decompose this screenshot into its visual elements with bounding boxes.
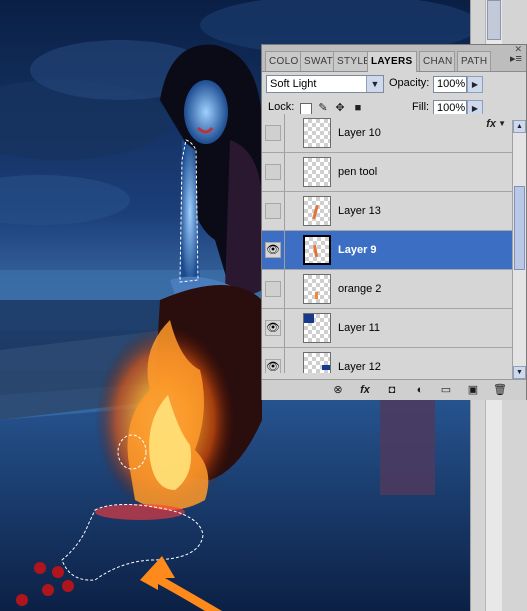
blend-mode-value: Soft Light (270, 78, 317, 90)
tab-paths[interactable]: PATH (457, 51, 491, 71)
opacity-slider-button[interactable]: ▶ (467, 76, 483, 93)
layers-bottom-toolbar: ⊗ fx ◘ ◐ ▭ ▣ 🗑 (262, 379, 526, 400)
layer-thumbnail[interactable] (303, 274, 331, 304)
lock-all-icon[interactable]: ■ (352, 102, 364, 114)
layer-row-layer-11[interactable]: 👁 Layer 11 (262, 309, 512, 348)
panel-menu-icon[interactable]: ▸≡ (509, 53, 523, 65)
layer-name[interactable]: Layer 11 (338, 321, 380, 335)
layer-row-layer-13[interactable]: Layer 13 (262, 192, 512, 231)
divider (284, 270, 285, 308)
layers-list: Layer 10 fx ▼ pen tool Layer 13 👁 Layer … (262, 114, 512, 373)
opacity-field[interactable]: 100% (433, 76, 467, 93)
chevron-down-icon[interactable]: ▼ (366, 76, 383, 92)
fill-label: Fill: (412, 101, 430, 113)
scroll-thumb[interactable] (514, 186, 525, 270)
layer-thumbnail[interactable] (303, 157, 331, 187)
layers-panel: COLO SWAT STYLE LAYERS CHAN PATH ✕ ▸≡ So… (261, 44, 527, 400)
visibility-toggle[interactable]: 👁 (265, 320, 281, 336)
divider (284, 192, 285, 230)
tab-channels[interactable]: CHAN (419, 51, 455, 71)
layer-name[interactable]: Layer 12 (338, 360, 381, 373)
divider (284, 153, 285, 191)
tab-color[interactable]: COLO (265, 51, 301, 71)
link-layers-icon[interactable]: ⊗ (330, 383, 346, 397)
eye-icon: 👁 (266, 361, 280, 373)
add-mask-icon[interactable]: ◘ (384, 383, 400, 397)
visibility-toggle[interactable] (265, 203, 281, 219)
tab-layers[interactable]: LAYERS (367, 51, 417, 72)
divider (284, 114, 285, 152)
layer-thumbnail[interactable] (303, 313, 331, 343)
layer-row-orange-2[interactable]: orange 2 (262, 270, 512, 309)
scroll-up-button[interactable]: ▲ (513, 120, 526, 133)
eye-icon: 👁 (266, 322, 280, 334)
lock-label: Lock: (268, 101, 295, 113)
divider (284, 348, 285, 373)
visibility-toggle[interactable] (265, 164, 281, 180)
layer-thumbnail[interactable] (303, 196, 331, 226)
panel-tab-bar: COLO SWAT STYLE LAYERS CHAN PATH ✕ ▸≡ (262, 44, 526, 72)
blend-mode-select[interactable]: Soft Light ▼ (266, 75, 384, 93)
layer-name[interactable]: Layer 10 (338, 126, 381, 140)
layers-scrollbar[interactable]: ▲ ▼ (512, 120, 526, 379)
divider (284, 309, 285, 347)
layer-row-pen-tool[interactable]: pen tool (262, 153, 512, 192)
layer-row-layer-9[interactable]: 👁 Layer 9 (262, 231, 512, 270)
canvas-scroll-thumb[interactable] (487, 0, 501, 40)
eye-icon: 👁 (266, 244, 280, 256)
layer-row-layer-10[interactable]: Layer 10 fx ▼ (262, 114, 512, 153)
layer-thumbnail[interactable] (303, 118, 331, 148)
lock-move-icon[interactable]: ✥ (334, 102, 346, 114)
layer-thumbnail[interactable] (303, 235, 331, 265)
layer-name[interactable]: Layer 9 (338, 243, 377, 257)
visibility-toggle[interactable] (265, 281, 281, 297)
tab-swatches[interactable]: SWAT (300, 51, 334, 71)
delete-layer-icon[interactable]: 🗑 (492, 383, 508, 397)
layer-name[interactable]: Layer 13 (338, 204, 381, 218)
fx-icon[interactable]: fx (486, 118, 496, 130)
new-layer-icon[interactable]: ▣ (465, 383, 481, 397)
blend-opacity-row: Soft Light ▼ Opacity: 100% ▶ (262, 72, 526, 96)
visibility-toggle[interactable]: 👁 (265, 359, 281, 373)
layer-row-layer-12[interactable]: 👁 Layer 12 (262, 348, 512, 373)
scroll-down-button[interactable]: ▼ (513, 366, 526, 379)
opacity-label: Opacity: (389, 77, 430, 89)
divider (284, 231, 285, 269)
layer-name[interactable]: pen tool (338, 165, 377, 179)
adjustment-layer-icon[interactable]: ◐ (412, 383, 428, 397)
layer-name[interactable]: orange 2 (338, 282, 381, 296)
visibility-toggle[interactable] (265, 125, 281, 141)
layer-style-icon[interactable]: fx (357, 383, 373, 397)
chevron-down-icon[interactable]: ▼ (498, 119, 506, 128)
lock-brush-icon[interactable]: ✎ (317, 102, 329, 114)
tab-styles[interactable]: STYLE (333, 51, 368, 71)
layer-thumbnail[interactable] (303, 352, 331, 373)
new-group-icon[interactable]: ▭ (438, 383, 454, 397)
visibility-toggle[interactable]: 👁 (265, 242, 281, 258)
